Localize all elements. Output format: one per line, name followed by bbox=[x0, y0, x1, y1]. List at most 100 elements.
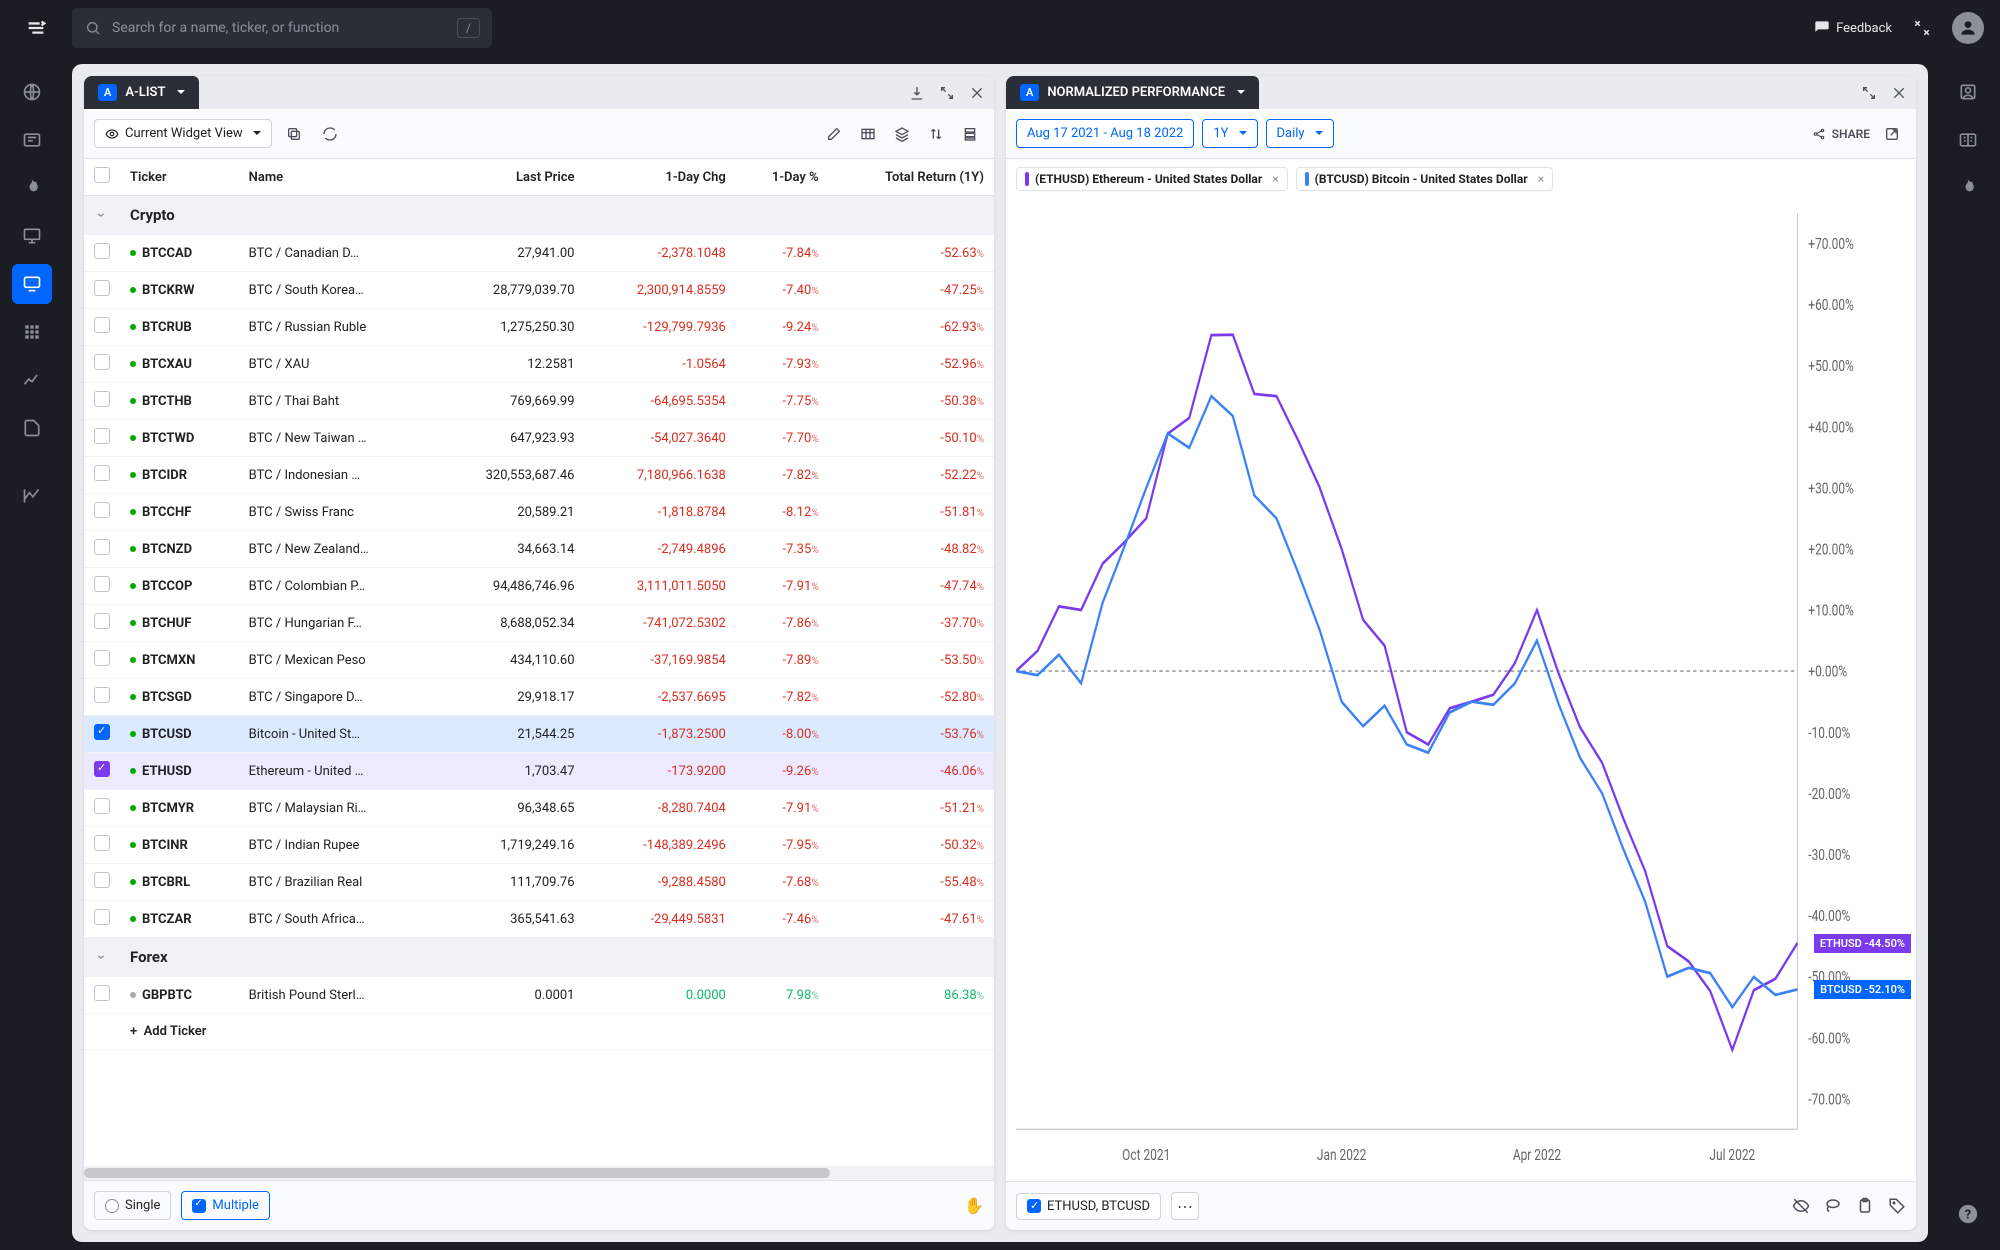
horizontal-scrollbar[interactable] bbox=[84, 1166, 994, 1180]
nav-book-icon[interactable] bbox=[1948, 120, 1988, 160]
table-icon[interactable] bbox=[854, 120, 882, 148]
row-checkbox[interactable] bbox=[94, 909, 110, 925]
date-range-button[interactable]: Aug 17 2021 - Aug 18 2022 bbox=[1016, 119, 1194, 148]
nav-file-icon[interactable] bbox=[12, 408, 52, 448]
nav-fire-icon[interactable] bbox=[12, 168, 52, 208]
row-checkbox[interactable] bbox=[94, 576, 110, 592]
nav-globe-icon[interactable] bbox=[12, 72, 52, 112]
copy-icon[interactable] bbox=[280, 120, 308, 148]
range-preset-button[interactable]: 1Y bbox=[1202, 119, 1257, 148]
tag-icon[interactable] bbox=[1888, 1197, 1906, 1215]
table-row[interactable]: BTCNZDBTC / New Zealand…34,663.14-2,749.… bbox=[84, 531, 994, 568]
single-mode-button[interactable]: Single bbox=[94, 1191, 171, 1220]
col-header[interactable] bbox=[84, 159, 120, 196]
table-row[interactable]: BTCTHBBTC / Thai Baht769,669.99-64,695.5… bbox=[84, 383, 994, 420]
table-row[interactable]: BTCCHFBTC / Swiss Franc20,589.21-1,818.8… bbox=[84, 494, 994, 531]
remove-series-icon[interactable]: × bbox=[1272, 172, 1278, 186]
table-row[interactable]: BTCUSDBitcoin - United St…21,544.25-1,87… bbox=[84, 716, 994, 753]
row-checkbox[interactable] bbox=[94, 391, 110, 407]
row-checkbox[interactable] bbox=[94, 798, 110, 814]
search-bar[interactable]: / bbox=[72, 8, 492, 48]
layers-icon[interactable] bbox=[888, 120, 916, 148]
table-row[interactable]: ETHUSDEthereum - United …1,703.47-173.92… bbox=[84, 753, 994, 790]
nav-fire-icon[interactable] bbox=[1948, 168, 1988, 208]
search-input[interactable] bbox=[112, 20, 447, 36]
refresh-icon[interactable] bbox=[316, 120, 344, 148]
table-row[interactable]: GBPBTCBritish Pound Sterl…0.00010.00007.… bbox=[84, 977, 994, 1014]
group-name[interactable]: Crypto bbox=[120, 196, 994, 235]
col-header[interactable]: Ticker bbox=[120, 159, 239, 196]
popout-icon[interactable] bbox=[1878, 120, 1906, 148]
table-row[interactable]: BTCCOPBTC / Colombian P…94,486,746.963,1… bbox=[84, 568, 994, 605]
col-header[interactable]: Name bbox=[239, 159, 434, 196]
lasso-icon[interactable] bbox=[1824, 1197, 1842, 1215]
clipboard-icon[interactable] bbox=[1856, 1197, 1874, 1215]
feedback-button[interactable]: Feedback bbox=[1814, 20, 1892, 36]
row-checkbox[interactable] bbox=[94, 650, 110, 666]
row-checkbox[interactable] bbox=[94, 502, 110, 518]
stack-icon[interactable] bbox=[956, 120, 984, 148]
col-header[interactable]: Total Return (1Y) bbox=[829, 159, 994, 196]
group-toggle[interactable]: › bbox=[84, 196, 120, 235]
nav-monitor-icon[interactable] bbox=[12, 264, 52, 304]
sort-icon[interactable] bbox=[922, 120, 950, 148]
user-avatar[interactable] bbox=[1952, 12, 1984, 44]
row-checkbox[interactable] bbox=[94, 761, 110, 777]
col-header[interactable]: Last Price bbox=[433, 159, 584, 196]
row-checkbox[interactable] bbox=[94, 317, 110, 333]
table-row[interactable]: BTCRUBBTC / Russian Ruble1,275,250.30-12… bbox=[84, 309, 994, 346]
collapse-icon[interactable] bbox=[1912, 18, 1932, 38]
nav-line-chart-icon[interactable] bbox=[12, 476, 52, 516]
row-checkbox[interactable] bbox=[94, 354, 110, 370]
group-name[interactable]: Forex bbox=[120, 938, 994, 977]
select-all-checkbox[interactable] bbox=[94, 167, 110, 183]
remove-series-icon[interactable]: × bbox=[1538, 172, 1544, 186]
chart-area[interactable]: +70.00%+60.00%+50.00%+40.00%+30.00%+20.0… bbox=[1006, 199, 1916, 1181]
more-button[interactable]: ⋯ bbox=[1171, 1192, 1199, 1220]
nav-news-icon[interactable] bbox=[12, 120, 52, 160]
series-chip[interactable]: ETHUSD, BTCUSD bbox=[1016, 1193, 1161, 1220]
row-checkbox[interactable] bbox=[94, 835, 110, 851]
multiple-mode-button[interactable]: Multiple bbox=[181, 1191, 269, 1220]
series-tag[interactable]: (BTCUSD) Bitcoin - United States Dollar× bbox=[1296, 167, 1553, 191]
row-checkbox[interactable] bbox=[94, 465, 110, 481]
expand-icon[interactable] bbox=[1860, 84, 1878, 102]
row-checkbox[interactable] bbox=[94, 687, 110, 703]
menu-icon[interactable] bbox=[16, 8, 56, 48]
add-ticker-button[interactable]: + Add Ticker bbox=[120, 1014, 994, 1050]
expand-icon[interactable] bbox=[938, 84, 956, 102]
download-icon[interactable] bbox=[908, 84, 926, 102]
table-row[interactable]: BTCMXNBTC / Mexican Peso434,110.60-37,16… bbox=[84, 642, 994, 679]
row-checkbox[interactable] bbox=[94, 613, 110, 629]
table-row[interactable]: BTCXAUBTC / XAU12.2581-1.0564-7.93%-52.9… bbox=[84, 346, 994, 383]
table-row[interactable]: BTCHUFBTC / Hungarian F…8,688,052.34-741… bbox=[84, 605, 994, 642]
hand-icon[interactable]: ✋ bbox=[964, 1196, 984, 1215]
frequency-button[interactable]: Daily bbox=[1266, 119, 1334, 148]
close-icon[interactable] bbox=[1890, 84, 1908, 102]
row-checkbox[interactable] bbox=[94, 280, 110, 296]
nav-profile-icon[interactable] bbox=[1948, 72, 1988, 112]
eye-off-icon[interactable] bbox=[1792, 1197, 1810, 1215]
row-checkbox[interactable] bbox=[94, 872, 110, 888]
table-row[interactable]: BTCSGDBTC / Singapore D…29,918.17-2,537.… bbox=[84, 679, 994, 716]
table-row[interactable]: BTCKRWBTC / South Korea…28,779,039.702,3… bbox=[84, 272, 994, 309]
help-icon[interactable]: ? bbox=[1948, 1194, 1988, 1234]
col-header[interactable]: 1-Day Chg bbox=[585, 159, 736, 196]
table-row[interactable]: BTCIDRBTC / Indonesian …320,553,687.467,… bbox=[84, 457, 994, 494]
current-view-button[interactable]: Current Widget View bbox=[94, 119, 272, 148]
table-row[interactable]: BTCBRLBTC / Brazilian Real111,709.76-9,2… bbox=[84, 864, 994, 901]
group-toggle[interactable]: › bbox=[84, 938, 120, 977]
table-row[interactable]: BTCTWDBTC / New Taiwan …647,923.93-54,02… bbox=[84, 420, 994, 457]
row-checkbox[interactable] bbox=[94, 985, 110, 1001]
row-checkbox[interactable] bbox=[94, 243, 110, 259]
nav-presentation-icon[interactable] bbox=[12, 216, 52, 256]
row-checkbox[interactable] bbox=[94, 428, 110, 444]
row-checkbox[interactable] bbox=[94, 724, 110, 740]
a-list-tab[interactable]: A A-LIST bbox=[84, 76, 199, 109]
table-row[interactable]: BTCMYRBTC / Malaysian Ri…96,348.65-8,280… bbox=[84, 790, 994, 827]
table-scroll[interactable]: TickerNameLast Price1-Day Chg1-Day %Tota… bbox=[84, 159, 994, 1166]
table-row[interactable]: BTCZARBTC / South Africa…365,541.63-29,4… bbox=[84, 901, 994, 938]
table-row[interactable]: BTCINRBTC / Indian Rupee1,719,249.16-148… bbox=[84, 827, 994, 864]
series-tag[interactable]: (ETHUSD) Ethereum - United States Dollar… bbox=[1016, 167, 1288, 191]
col-header[interactable]: 1-Day % bbox=[736, 159, 829, 196]
